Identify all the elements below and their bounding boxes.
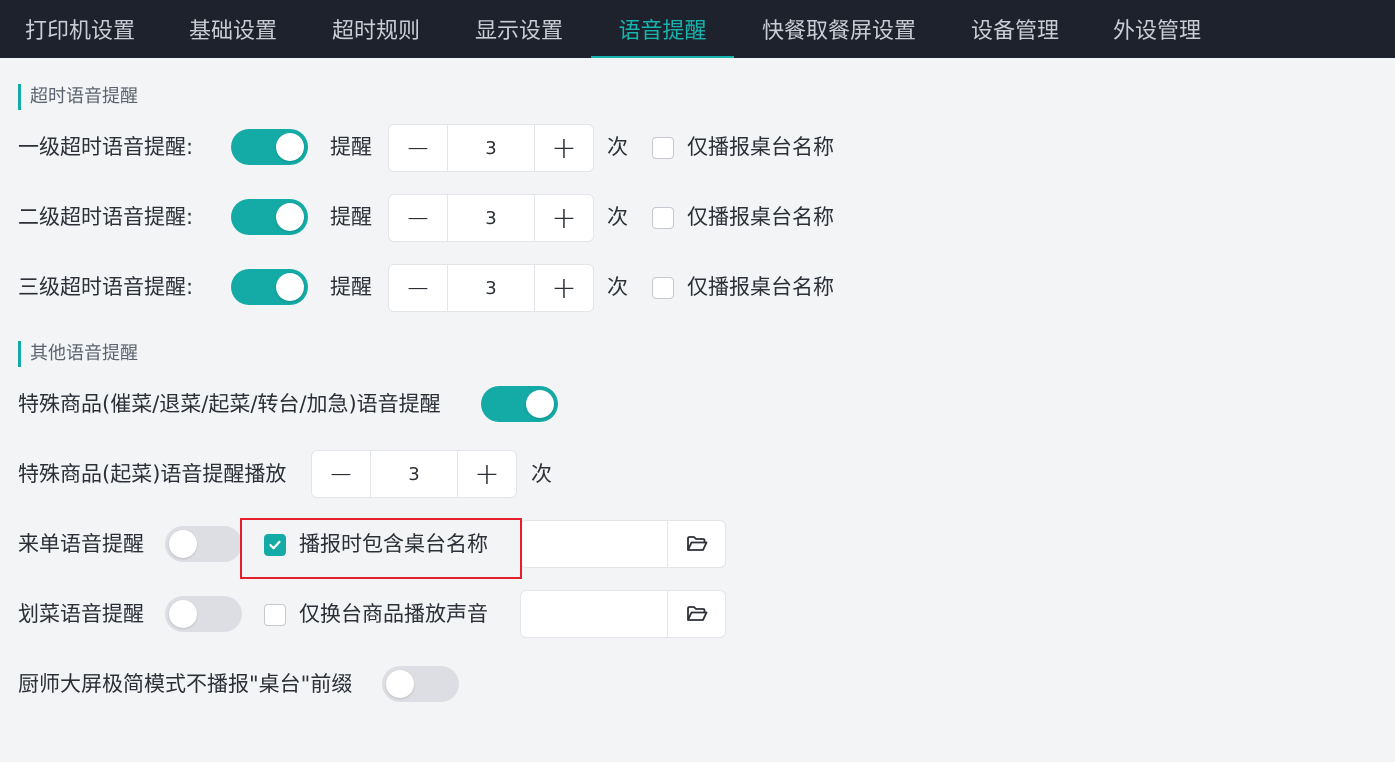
count-value[interactable]: 3 — [447, 195, 535, 241]
section-title-other: 其他语音提醒 — [18, 341, 138, 367]
minus-button[interactable]: − — [389, 125, 447, 171]
tab-device-management[interactable]: 设备管理 — [944, 0, 1086, 58]
dish-mark-toggle[interactable] — [165, 596, 242, 632]
folder-open-icon — [686, 536, 707, 551]
level3-label: 三级超时语音提醒: — [18, 275, 194, 299]
special-goods-toggle[interactable] — [481, 386, 558, 422]
minus-button[interactable]: − — [389, 195, 447, 241]
tab-bar: 打印机设置 基础设置 超时规则 显示设置 语音提醒 快餐取餐屏设置 设备管理 外… — [0, 0, 1395, 58]
level1-unit: 次 — [607, 135, 628, 159]
tab-voice-reminder[interactable]: 语音提醒 — [591, 0, 734, 58]
level1-label: 一级超时语音提醒: — [18, 135, 194, 159]
level1-table-only-label: 仅播报桌台名称 — [687, 135, 834, 159]
level3-table-only-checkbox[interactable] — [652, 277, 674, 299]
toggle-knob — [386, 670, 414, 698]
level1-count-stepper: − 3 + — [388, 124, 594, 172]
active-tab-indicator — [591, 56, 734, 58]
plus-button[interactable]: + — [535, 265, 593, 311]
minus-button[interactable]: − — [312, 451, 370, 497]
tab-peripheral-management[interactable]: 外设管理 — [1086, 0, 1228, 58]
tab-timeout-rules[interactable]: 超时规则 — [306, 0, 446, 58]
tab-basic-settings[interactable]: 基础设置 — [160, 0, 306, 58]
toggle-knob — [169, 530, 197, 558]
count-value[interactable]: 3 — [447, 265, 535, 311]
new-order-label: 来单语音提醒 — [18, 532, 144, 556]
new-order-toggle[interactable] — [165, 526, 242, 562]
chef-screen-label: 厨师大屏极简模式不播报"桌台"前缀 — [18, 672, 353, 696]
toggle-knob — [169, 600, 197, 628]
level2-label: 二级超时语音提醒: — [18, 205, 194, 229]
special-start-count-stepper: − 3 + — [311, 450, 517, 498]
level3-unit: 次 — [607, 275, 628, 299]
browse-button[interactable] — [667, 521, 725, 567]
transfer-only-checkbox[interactable] — [264, 604, 286, 626]
new-order-sound-file[interactable] — [520, 520, 726, 568]
tab-printer-settings[interactable]: 打印机设置 — [0, 0, 160, 58]
level3-table-only-label: 仅播报桌台名称 — [687, 275, 834, 299]
level2-unit: 次 — [607, 205, 628, 229]
count-value[interactable]: 3 — [447, 125, 535, 171]
level2-table-only-checkbox[interactable] — [652, 207, 674, 229]
dish-mark-label: 划菜语音提醒 — [18, 602, 144, 626]
toggle-knob — [276, 133, 304, 161]
toggle-knob — [276, 203, 304, 231]
level3-toggle[interactable] — [231, 269, 308, 305]
browse-button[interactable] — [667, 591, 725, 637]
plus-button[interactable]: + — [458, 451, 516, 497]
dish-mark-sound-file[interactable] — [520, 590, 726, 638]
level1-remind-label: 提醒 — [330, 135, 372, 159]
level3-count-stepper: − 3 + — [388, 264, 594, 312]
level3-remind-label: 提醒 — [330, 275, 372, 299]
transfer-only-label: 仅换台商品播放声音 — [299, 602, 488, 626]
level2-toggle[interactable] — [231, 199, 308, 235]
level2-remind-label: 提醒 — [330, 205, 372, 229]
level1-table-only-checkbox[interactable] — [652, 137, 674, 159]
folder-open-icon — [686, 606, 707, 621]
minus-button[interactable]: − — [389, 265, 447, 311]
level2-table-only-label: 仅播报桌台名称 — [687, 205, 834, 229]
special-goods-label: 特殊商品(催菜/退菜/起菜/转台/加急)语音提醒 — [18, 392, 441, 416]
toggle-knob — [526, 390, 554, 418]
special-start-unit: 次 — [531, 462, 552, 486]
special-start-label: 特殊商品(起菜)语音提醒播放 — [18, 462, 287, 486]
level2-count-stepper: − 3 + — [388, 194, 594, 242]
highlight-annotation — [240, 518, 522, 579]
plus-button[interactable]: + — [535, 195, 593, 241]
chef-screen-toggle[interactable] — [382, 666, 459, 702]
plus-button[interactable]: + — [535, 125, 593, 171]
count-value[interactable]: 3 — [370, 451, 458, 497]
tab-display-settings[interactable]: 显示设置 — [446, 0, 592, 58]
section-title-timeout: 超时语音提醒 — [18, 84, 138, 110]
level1-toggle[interactable] — [231, 129, 308, 165]
toggle-knob — [276, 273, 304, 301]
tab-fastfood-pickup-screen[interactable]: 快餐取餐屏设置 — [734, 0, 944, 58]
